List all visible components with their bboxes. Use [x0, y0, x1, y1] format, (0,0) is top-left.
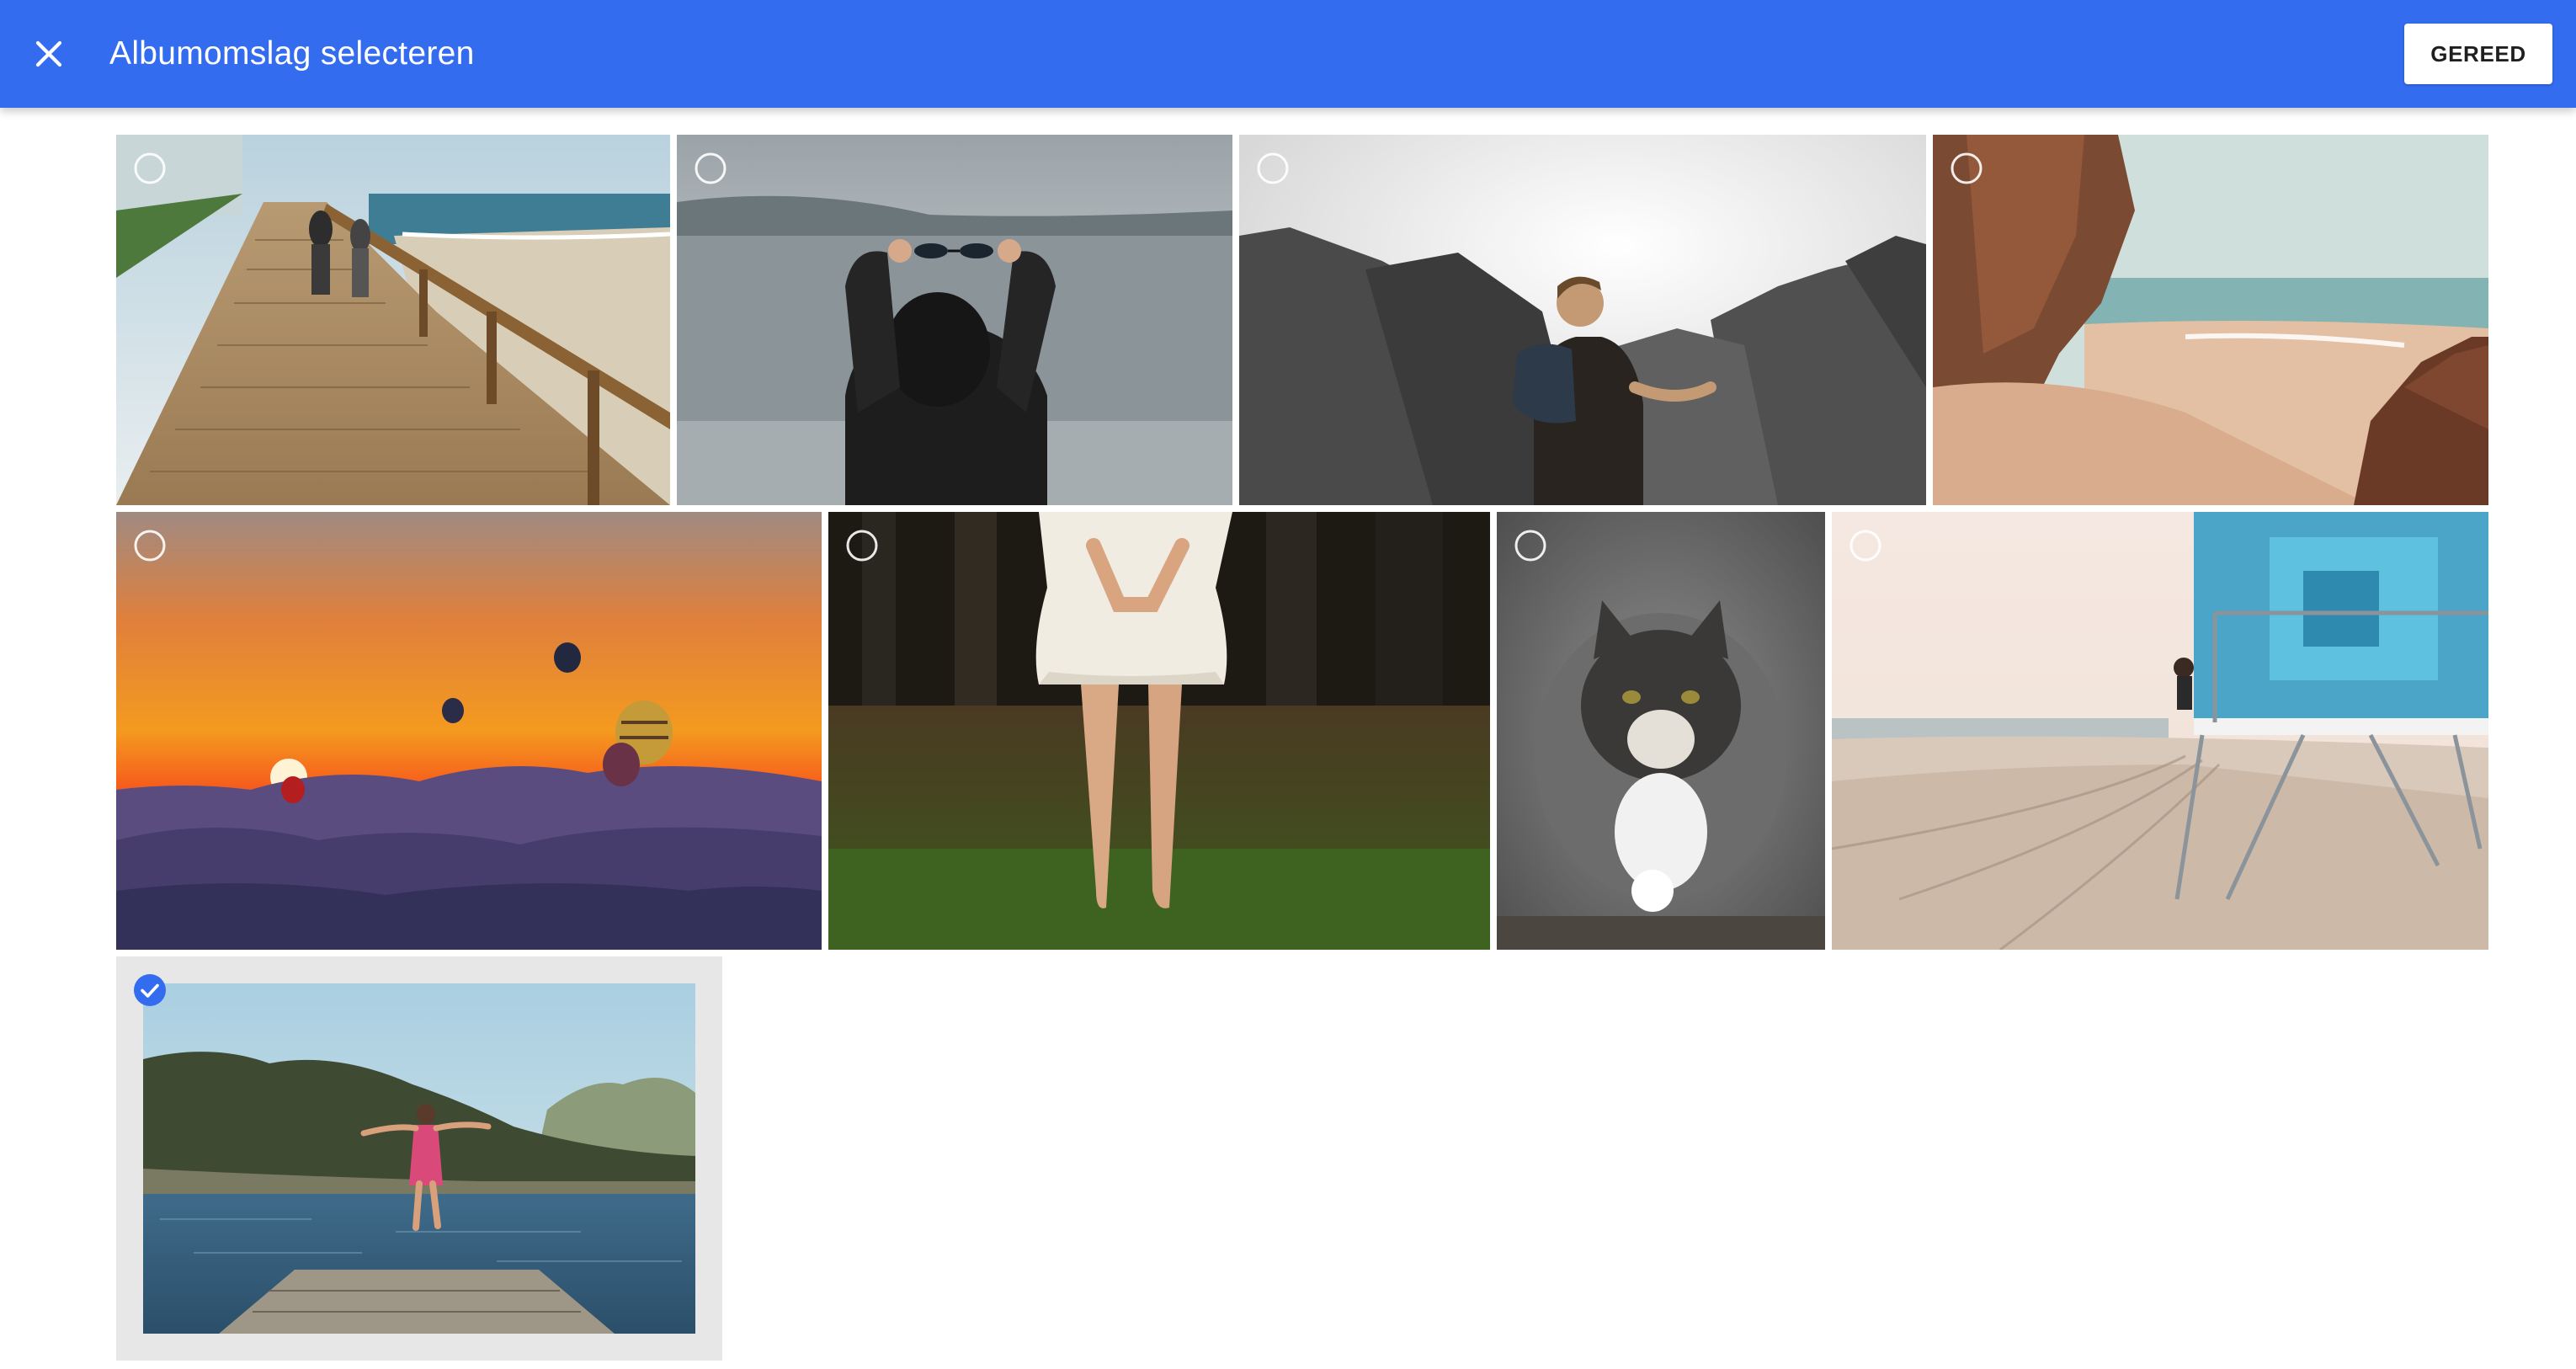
app-bar: Albumomslag selecteren GEREED	[0, 0, 2576, 108]
photo-tile-beach-cliffs[interactable]	[1933, 135, 2488, 505]
photo-tile-cat[interactable]	[1497, 512, 1825, 950]
photo-balloons-sunset	[116, 512, 822, 950]
done-button[interactable]: GEREED	[2404, 24, 2552, 84]
selected-check-icon[interactable]	[133, 973, 167, 1007]
photo-tile-lifeguard-tower[interactable]	[1832, 512, 2488, 950]
select-circle-icon[interactable]	[133, 529, 167, 562]
photo-frame	[143, 983, 695, 1334]
photo-rocks-hiker	[1239, 135, 1926, 505]
photo-tile-lake-jump[interactable]	[116, 956, 722, 1361]
select-circle-icon[interactable]	[1256, 152, 1290, 185]
select-circle-icon[interactable]	[694, 152, 727, 185]
photo-beach-cliffs	[1933, 135, 2488, 505]
photo-sunglasses	[677, 135, 1232, 505]
photo-tile-rocks-hiker[interactable]	[1239, 135, 1926, 505]
photo-forest-dress	[828, 512, 1490, 950]
select-circle-icon[interactable]	[133, 152, 167, 185]
photo-tile-boardwalk[interactable]	[116, 135, 670, 505]
photo-tile-balloons-sunset[interactable]	[116, 512, 822, 950]
photo-lake-jump	[143, 983, 695, 1334]
photo-boardwalk	[116, 135, 670, 505]
select-circle-icon[interactable]	[1849, 529, 1882, 562]
close-icon	[35, 40, 62, 67]
select-circle-icon[interactable]	[1514, 529, 1547, 562]
page-title: Albumomslag selecteren	[109, 35, 475, 72]
photo-tile-forest-dress[interactable]	[828, 512, 1490, 950]
select-circle-icon[interactable]	[1950, 152, 1983, 185]
photo-tile-sunglasses[interactable]	[677, 135, 1232, 505]
photo-cat	[1497, 512, 1825, 950]
select-circle-icon[interactable]	[845, 529, 879, 562]
close-button[interactable]	[22, 27, 76, 81]
photo-lifeguard-tower	[1832, 512, 2488, 950]
